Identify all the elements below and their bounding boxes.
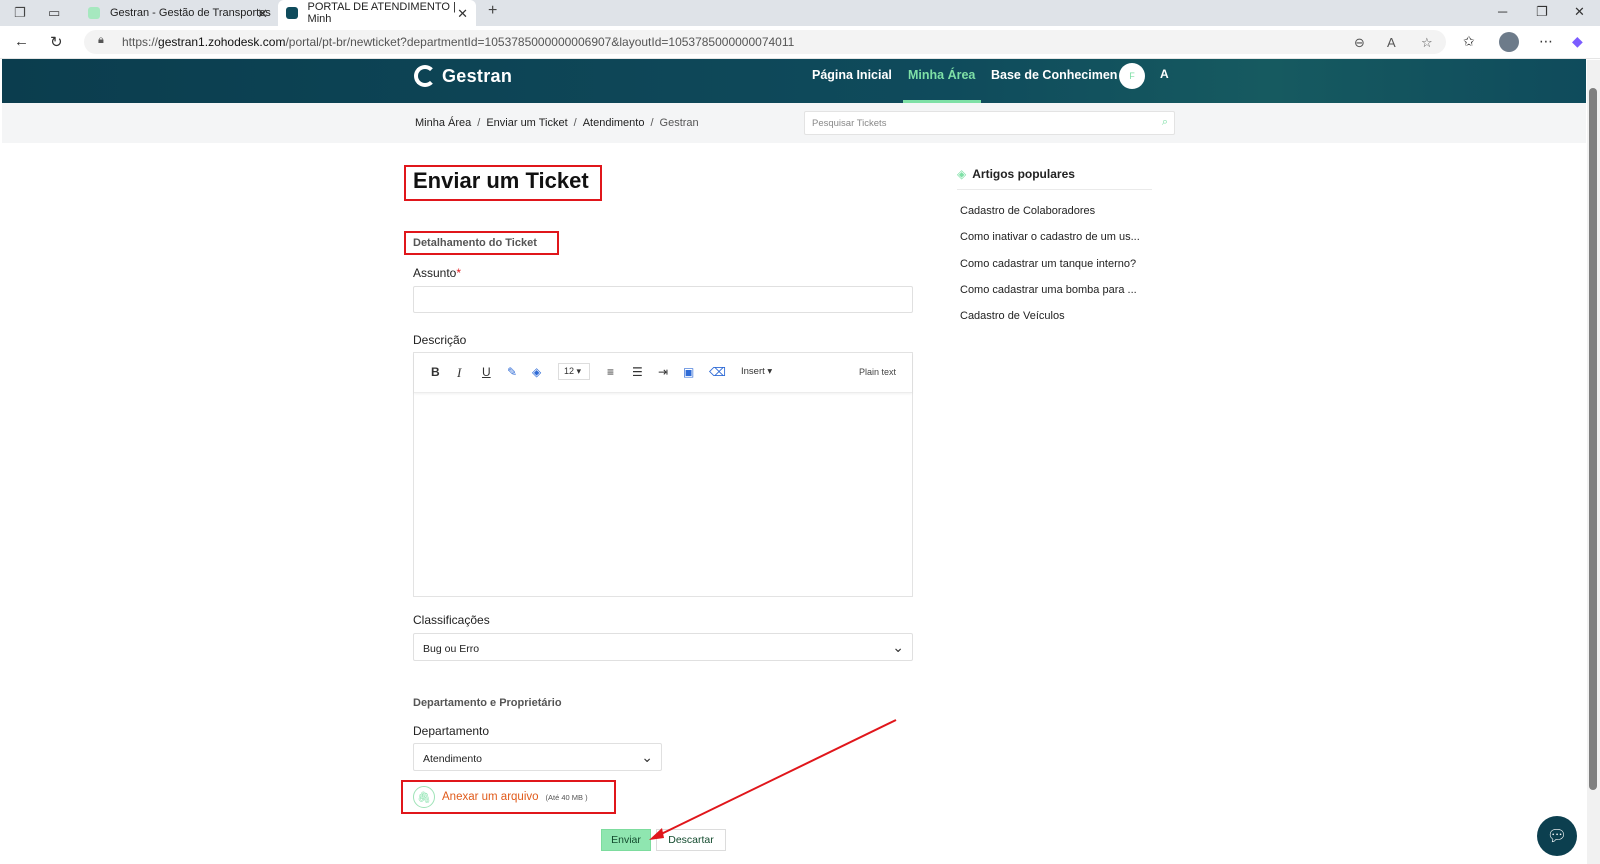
- article-link[interactable]: Cadastro de Colaboradores: [960, 205, 1150, 217]
- article-link[interactable]: Como inativar o cadastro de um us...: [960, 231, 1150, 243]
- article-link[interactable]: Cadastro de Veículos: [960, 310, 1150, 322]
- scrollbar-thumb[interactable]: [1589, 88, 1597, 790]
- popular-articles-title: Artigos populares: [972, 167, 1075, 181]
- article-link[interactable]: Como cadastrar uma bomba para ...: [960, 284, 1150, 296]
- chat-bubble-icon[interactable]: 💬︎: [1537, 816, 1577, 856]
- annotation-arrow: [649, 719, 897, 840]
- popular-articles-header: ◈ Artigos populares: [957, 167, 1152, 190]
- page-scrollbar[interactable]: [1587, 60, 1600, 864]
- layers-icon: ◈: [957, 167, 967, 181]
- article-link[interactable]: Como cadastrar um tanque interno?: [960, 258, 1150, 270]
